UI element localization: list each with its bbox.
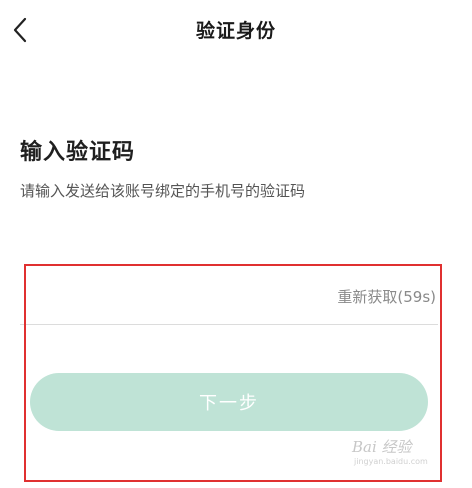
instruction-text: 请输入发送给该账号绑定的手机号的验证码: [20, 182, 306, 200]
watermark-logo: Bai 经验 jingyan.baidu.com: [352, 436, 444, 476]
nav-bar: 验证身份: [0, 0, 472, 58]
watermark-text: Bai 经验: [352, 438, 412, 456]
section-heading: 输入验证码: [20, 140, 136, 165]
watermark-subtext: jingyan.baidu.com: [354, 457, 428, 466]
page-title: 验证身份: [195, 20, 276, 42]
